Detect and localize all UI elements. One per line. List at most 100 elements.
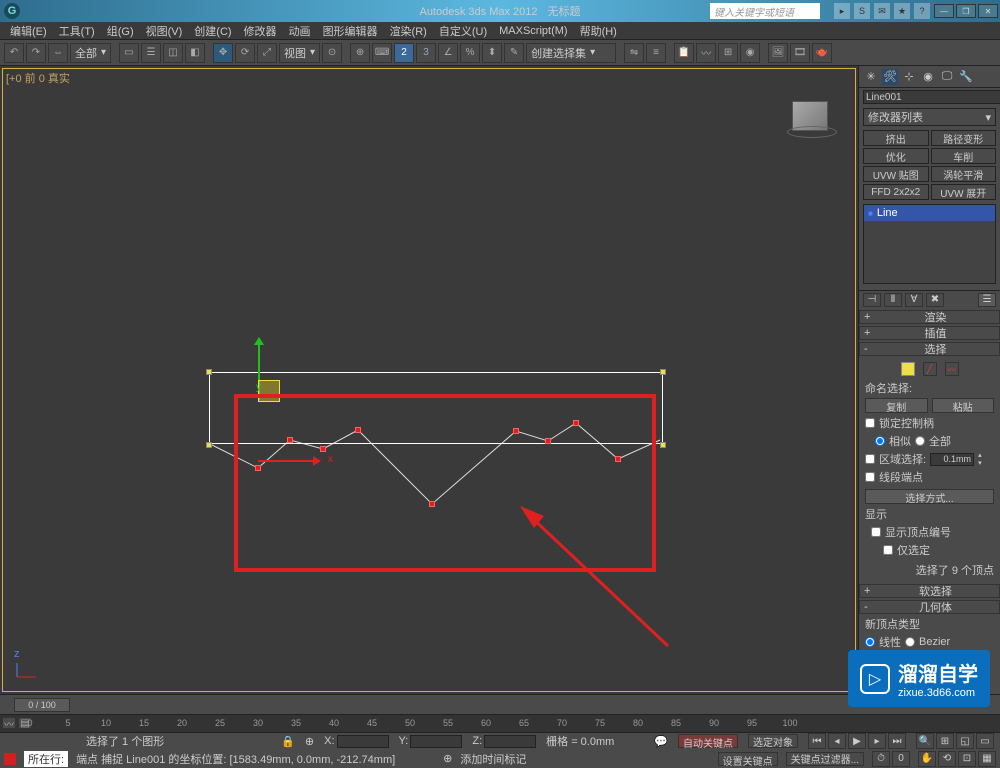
render-frame-button[interactable]: 🎞 [790, 43, 810, 63]
region-sel-checkbox[interactable] [865, 454, 875, 464]
pivot-button[interactable]: ⊙ [322, 43, 342, 63]
named-selection-dropdown[interactable]: 创建选择集▾ [526, 43, 616, 63]
abs-rel-icon[interactable]: ⊕ [305, 735, 314, 748]
select-name-button[interactable]: ☰ [141, 43, 161, 63]
curve-editor-button[interactable]: 〰 [696, 43, 716, 63]
scale-button[interactable]: ⤢ [257, 43, 277, 63]
mod-uvwunwrap-button[interactable]: UVW 展开 [931, 184, 997, 200]
window-crossing-button[interactable]: ◧ [185, 43, 205, 63]
minimize-button[interactable]: — [934, 4, 954, 18]
close-button[interactable]: ✕ [978, 4, 998, 18]
utilities-tab-icon[interactable]: 🔧 [958, 69, 974, 85]
undo-button[interactable]: ↶ [4, 43, 24, 63]
menu-modifiers[interactable]: 修改器 [238, 23, 283, 39]
script-rec-icon[interactable] [4, 753, 16, 765]
menu-customize[interactable]: 自定义(U) [433, 23, 493, 39]
search-exec-icon[interactable]: ▸ [834, 3, 850, 19]
coord-system-dropdown[interactable]: 视图▾ [279, 43, 320, 63]
layer-manager-button[interactable]: 📋 [674, 43, 694, 63]
mod-turbosmooth-button[interactable]: 涡轮平滑 [931, 166, 997, 182]
pin-stack-icon[interactable]: ⊣ [863, 293, 881, 307]
rollout-soft[interactable]: +软选择 [859, 584, 1000, 598]
menu-views[interactable]: 视图(V) [140, 23, 189, 39]
mod-lathe-button[interactable]: 车削 [931, 148, 997, 164]
lock-handles-checkbox[interactable] [865, 418, 875, 428]
maximize-button[interactable]: ❐ [956, 4, 976, 18]
align-button[interactable]: ≡ [646, 43, 666, 63]
modifier-stack[interactable]: Line [863, 204, 996, 284]
render-setup-button[interactable]: 🖼 [768, 43, 788, 63]
material-editor-button[interactable]: ◉ [740, 43, 760, 63]
hierarchy-tab-icon[interactable]: ⊹ [901, 69, 917, 85]
edit-named-sel-button[interactable]: ✎ [504, 43, 524, 63]
fov-icon[interactable]: ▭ [976, 733, 994, 749]
pan-icon[interactable]: ✋ [918, 751, 936, 767]
x-input[interactable] [337, 735, 389, 748]
viewcube[interactable] [792, 101, 828, 131]
exchange-icon[interactable]: ✉ [874, 3, 890, 19]
mod-pathdeform-button[interactable]: 路径变形 [931, 130, 997, 146]
select-manipulate-button[interactable]: ⊕ [350, 43, 370, 63]
spinner-snap-button[interactable]: ⬍ [482, 43, 502, 63]
make-unique-icon[interactable]: ∀ [905, 293, 923, 307]
menu-tools[interactable]: 工具(T) [53, 23, 101, 39]
zoom-icon[interactable]: 🔍 [916, 733, 934, 749]
menu-group[interactable]: 组(G) [101, 23, 140, 39]
menu-create[interactable]: 创建(C) [188, 23, 237, 39]
help-icon[interactable]: ? [914, 3, 930, 19]
move-button[interactable]: ✥ [213, 43, 233, 63]
select-object-button[interactable]: ▭ [119, 43, 139, 63]
rollout-geom[interactable]: -几何体 [859, 600, 1000, 614]
modify-tab-icon[interactable]: 🛠 [882, 69, 898, 85]
help-search-input[interactable]: 键入关键字或短语 [710, 3, 820, 19]
select-region-button[interactable]: ◫ [163, 43, 183, 63]
viewport-label[interactable]: [+0 前 0 真实 [6, 70, 70, 86]
percent-snap-button[interactable]: % [460, 43, 480, 63]
menu-help[interactable]: 帮助(H) [574, 23, 623, 39]
menu-maxscript[interactable]: MAXScript(M) [493, 25, 573, 37]
show-vertnum-checkbox[interactable] [871, 527, 881, 537]
all-radio[interactable] [915, 436, 925, 446]
rollout-render[interactable]: +渲染 [859, 310, 1000, 324]
mirror-button[interactable]: ⇋ [624, 43, 644, 63]
autokey-button[interactable]: 自动关键点 [678, 734, 738, 748]
rollout-select[interactable]: -选择 [859, 342, 1000, 356]
mod-ffd-button[interactable]: FFD 2x2x2 [863, 184, 929, 200]
display-tab-icon[interactable]: 🖵 [939, 69, 955, 85]
menu-rendering[interactable]: 渲染(R) [384, 23, 433, 39]
remove-mod-icon[interactable]: ✖ [926, 293, 944, 307]
lock-sel-icon[interactable]: 🔒 [281, 735, 295, 748]
redo-button[interactable]: ↷ [26, 43, 46, 63]
bbox-handle[interactable] [660, 442, 666, 448]
orbit-icon[interactable]: ⟲ [938, 751, 956, 767]
trackbar[interactable]: 〰 ▤ /*ticks rendered below via inline*/ … [0, 714, 1000, 732]
add-timemark-icon[interactable]: ⊕ [443, 752, 452, 765]
mod-extrude-button[interactable]: 挤出 [863, 130, 929, 146]
segend-checkbox[interactable] [865, 472, 875, 482]
paste-sel-button[interactable]: 粘贴 [932, 398, 995, 413]
keyboard-shortcut-button[interactable]: ⌨ [372, 43, 392, 63]
rollout-interp[interactable]: +插值 [859, 326, 1000, 340]
select-by-button[interactable]: 选择方式... [865, 489, 994, 504]
similar-radio[interactable] [875, 436, 885, 446]
motion-tab-icon[interactable]: ◉ [920, 69, 936, 85]
segment-subobj-icon[interactable]: ╱ [923, 362, 937, 376]
next-frame-icon[interactable]: ▸ [868, 733, 886, 749]
keymode-dropdown[interactable]: 选定对象 [748, 734, 798, 748]
minmax-viewport-icon[interactable]: ⊡ [958, 751, 976, 767]
subscription-icon[interactable]: S [854, 3, 870, 19]
linear-radio[interactable] [865, 637, 875, 647]
time-slider-thumb[interactable]: 0 / 100 [14, 698, 70, 712]
isolate-icon[interactable]: 0 [892, 751, 910, 767]
bbox-handle[interactable] [660, 369, 666, 375]
keyfilter-dropdown[interactable]: 关键点过滤器... [786, 752, 864, 766]
menu-grapheditors[interactable]: 图形编辑器 [317, 23, 384, 39]
spline-subobj-icon[interactable]: 〰 [945, 362, 959, 376]
goto-end-icon[interactable]: ⏭ [888, 733, 906, 749]
object-name-input[interactable] [863, 90, 1000, 104]
z-input[interactable] [484, 735, 536, 748]
create-tab-icon[interactable]: ✳ [863, 69, 879, 85]
region-spinner[interactable]: 0.1mm [930, 453, 974, 466]
comm-center-icon[interactable]: 💬 [654, 735, 668, 748]
vertex-subobj-icon[interactable]: ∴ [901, 362, 915, 376]
